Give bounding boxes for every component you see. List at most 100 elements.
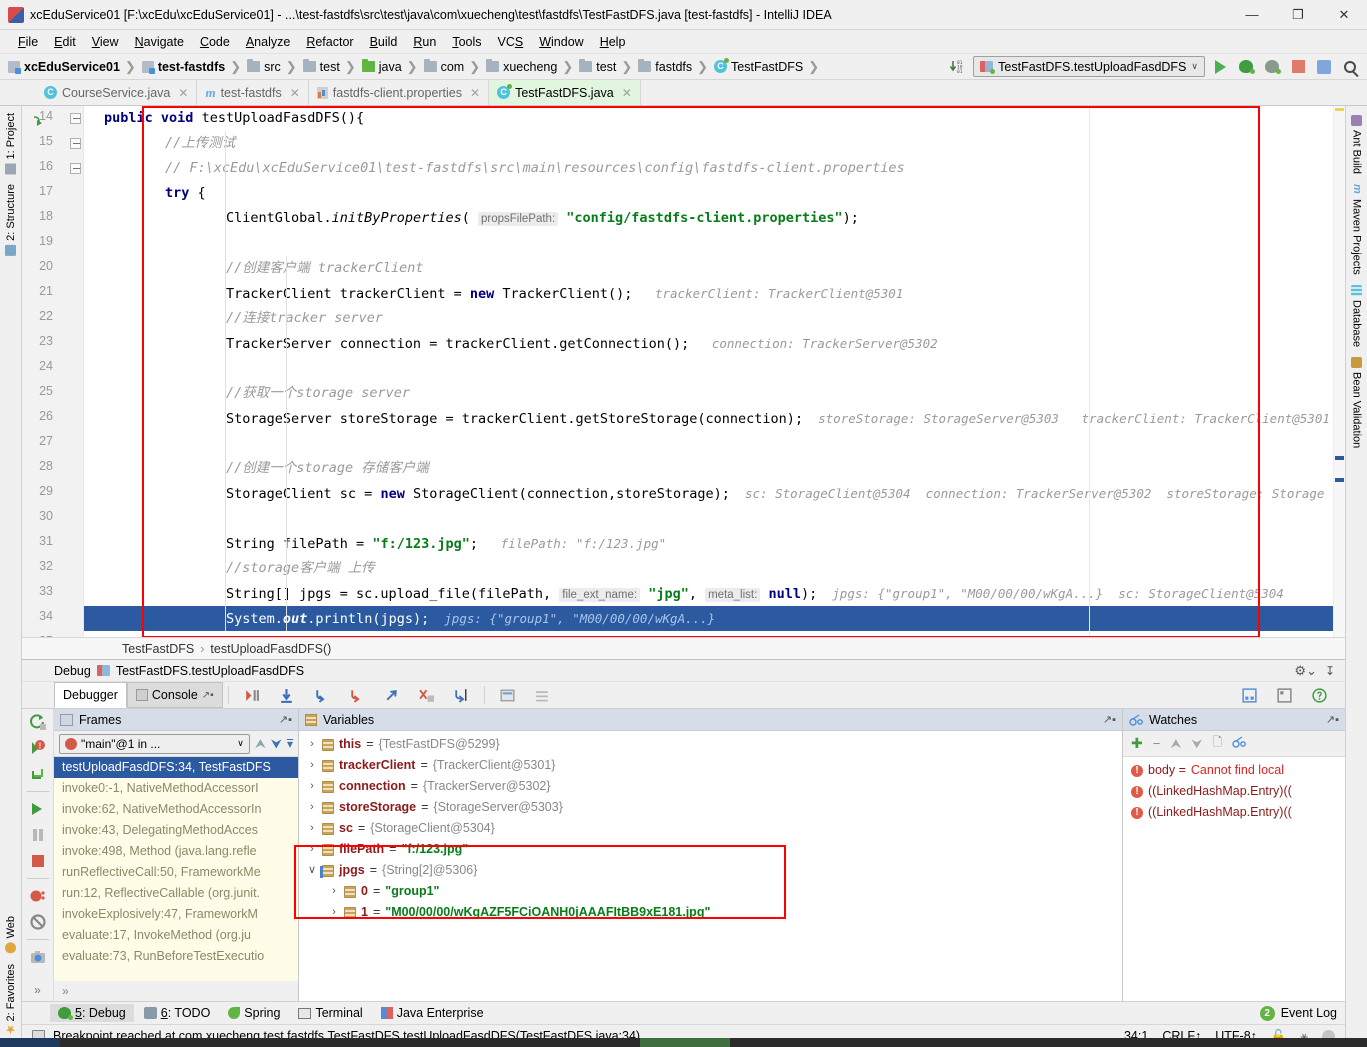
gear-icon[interactable]: ⚙⌄ bbox=[1294, 663, 1317, 679]
frames-list[interactable]: testUploadFasdDFS:34, TestFastDFS invoke0… bbox=[54, 757, 298, 981]
breadcrumb-item-test2[interactable]: test ❯ bbox=[575, 59, 634, 75]
help-button[interactable] bbox=[1302, 682, 1337, 708]
breadcrumb-item-fastdfs[interactable]: fastdfs ❯ bbox=[634, 59, 710, 75]
mute-breakpoints-toggle[interactable] bbox=[29, 913, 47, 931]
add-watch-icon[interactable]: ✚ bbox=[1131, 735, 1143, 752]
breadcrumb-item-class[interactable]: C TestFastDFS ❯ bbox=[710, 58, 821, 75]
move-down-icon[interactable]: ⮟ bbox=[271, 736, 282, 752]
variable-row[interactable]: ∨ jpgs = {String[2]@5306} bbox=[299, 860, 1122, 881]
close-icon[interactable]: ✕ bbox=[290, 86, 300, 100]
menu-window[interactable]: Window bbox=[531, 33, 591, 51]
screenshot-button[interactable] bbox=[29, 948, 47, 966]
watch-row[interactable]: ! ((LinkedHashMap.Entry)(( bbox=[1123, 802, 1345, 823]
code-line[interactable] bbox=[84, 506, 1333, 531]
code-line[interactable]: StorageServer storeStorage = trackerClie… bbox=[84, 406, 1333, 431]
restore-layout-button[interactable] bbox=[1232, 682, 1267, 708]
menu-help[interactable]: Help bbox=[592, 33, 634, 51]
pin-icon[interactable]: ↗▪ bbox=[279, 713, 292, 726]
more-actions-button[interactable]: » bbox=[34, 983, 41, 1001]
frames-overflow[interactable]: » bbox=[54, 981, 298, 1001]
step-over-button[interactable] bbox=[269, 682, 304, 708]
code-line[interactable]: try { bbox=[84, 181, 1333, 206]
variable-row[interactable]: › 1 = "M00/00/00/wKgAZF5FCiOANH0jAAAFItBB… bbox=[299, 902, 1122, 923]
close-button[interactable]: ✕ bbox=[1321, 0, 1367, 30]
code-line[interactable]: StorageClient sc = new StorageClient(con… bbox=[84, 481, 1333, 506]
move-up-icon[interactable]: ⮝ bbox=[1170, 736, 1181, 752]
remove-watch-icon[interactable]: − bbox=[1153, 736, 1161, 751]
code-line[interactable]: //创建一个storage 存储客户端 bbox=[84, 456, 1333, 481]
code-line[interactable]: //创建客户端 trackerClient bbox=[84, 256, 1333, 281]
variable-row[interactable]: › 0 = "group1" bbox=[299, 881, 1122, 902]
debug-button[interactable] bbox=[1235, 56, 1257, 78]
move-up-icon[interactable]: ⮝ bbox=[255, 736, 266, 752]
step-into-button[interactable] bbox=[304, 682, 339, 708]
menu-vcs[interactable]: VCS bbox=[490, 33, 532, 51]
minimize-button[interactable]: — bbox=[1229, 0, 1275, 30]
chevron-right-icon[interactable]: › bbox=[307, 734, 317, 755]
editor-gutter[interactable]: 14 15 16 17 18 19 20 21 22 23 24 25 26 27 28 29 30 31 32 33… bbox=[22, 106, 84, 637]
frame-row[interactable]: invoke:43, DelegatingMethodAcces bbox=[54, 820, 298, 841]
evaluate-expression-button[interactable] bbox=[490, 682, 525, 708]
stop-program-button[interactable] bbox=[29, 852, 47, 870]
watch-row[interactable]: ! body = Cannot find local bbox=[1123, 760, 1345, 781]
code-line[interactable]: //连接tracker server bbox=[84, 306, 1333, 331]
code-line[interactable]: String filePath = "f:/123.jpg"; filePath… bbox=[84, 531, 1333, 556]
copy-icon[interactable]: 🗋 bbox=[1212, 733, 1222, 754]
breadcrumb-item-com[interactable]: com ❯ bbox=[420, 59, 483, 75]
code-line[interactable] bbox=[84, 431, 1333, 456]
sidebar-item-project[interactable]: 1: Project bbox=[2, 108, 20, 179]
chevron-right-icon[interactable]: › bbox=[307, 776, 317, 797]
frame-row[interactable]: evaluate:73, RunBeforeTestExecutio bbox=[54, 946, 298, 967]
tab-console[interactable]: Console ↗▪ bbox=[126, 682, 223, 708]
breadcrumb-item-module[interactable]: test-fastdfs ❯ bbox=[138, 59, 243, 75]
code-line[interactable]: TrackerClient trackerClient = new Tracke… bbox=[84, 281, 1333, 306]
settings-button[interactable] bbox=[525, 682, 560, 708]
sidebar-item-database[interactable]: Database bbox=[1348, 280, 1366, 352]
variables-list[interactable]: › this = {TestFastDFS@5299} › trackerClient… bbox=[299, 731, 1122, 1001]
run-configuration-selector[interactable]: TestFastDFS.testUploadFasdDFS ∨ bbox=[973, 56, 1205, 77]
menu-tools[interactable]: Tools bbox=[444, 33, 489, 51]
download-sources-icon[interactable]: 01 10 01 bbox=[947, 56, 969, 78]
drop-frame-button[interactable] bbox=[409, 682, 444, 708]
fold-marker-icon[interactable] bbox=[70, 113, 81, 124]
tab-test-fastdfs[interactable]: m test-fastdfs ✕ bbox=[197, 80, 309, 105]
pin-icon[interactable]: ↗▪ bbox=[1326, 713, 1339, 726]
frame-row[interactable]: invoke:62, NativeMethodAccessorIn bbox=[54, 799, 298, 820]
frame-row[interactable]: runReflectiveCall:50, FrameworkMe bbox=[54, 862, 298, 883]
resume-program-button[interactable] bbox=[29, 800, 47, 818]
breadcrumb-item-xuecheng[interactable]: xuecheng ❯ bbox=[482, 59, 575, 75]
step-out-button[interactable] bbox=[374, 682, 409, 708]
stop-button[interactable] bbox=[1287, 56, 1309, 78]
tab-debugger[interactable]: Debugger bbox=[54, 682, 127, 708]
move-down-icon[interactable]: ⮟ bbox=[1191, 736, 1202, 752]
run-coverage-button[interactable] bbox=[1261, 56, 1283, 78]
tool-window-debug[interactable]: 5: Debug bbox=[50, 1004, 134, 1022]
code-text-area[interactable]: public void testUploadFasdDFS(){//上传测试//… bbox=[84, 106, 1333, 637]
code-line[interactable]: public void testUploadFasdDFS(){ bbox=[84, 106, 1333, 131]
sidebar-item-structure[interactable]: 2: Structure bbox=[2, 179, 20, 261]
close-icon[interactable]: ✕ bbox=[622, 86, 632, 100]
sidebar-item-maven-projects[interactable]: m Maven Projects bbox=[1348, 179, 1366, 280]
tool-window-spring[interactable]: Spring bbox=[220, 1004, 288, 1022]
frame-row[interactable]: run:12, ReflectiveCallable (org.junit. bbox=[54, 883, 298, 904]
code-line[interactable]: // F:\xcEdu\xcEduService01\test-fastdfs\… bbox=[84, 156, 1333, 181]
sidebar-item-bean-validation[interactable]: Bean Validation bbox=[1348, 352, 1366, 453]
search-everywhere-button[interactable] bbox=[1339, 56, 1361, 78]
menu-code[interactable]: Code bbox=[192, 33, 238, 51]
frame-row[interactable]: invokeExplosively:47, FrameworkM bbox=[54, 904, 298, 925]
chevron-right-icon[interactable]: › bbox=[307, 797, 317, 818]
menu-edit[interactable]: Edit bbox=[46, 33, 84, 51]
warning-stripe[interactable] bbox=[1335, 108, 1344, 111]
variable-row[interactable]: › trackerClient = {TrackerClient@5301} bbox=[299, 755, 1122, 776]
run-button[interactable] bbox=[1209, 56, 1231, 78]
code-line[interactable]: System.out.println(jpgs); jpgs: {"group1… bbox=[84, 606, 1333, 631]
code-line[interactable]: //获取一个storage server bbox=[84, 381, 1333, 406]
chevron-right-icon[interactable]: › bbox=[307, 755, 317, 776]
caret-stripe[interactable] bbox=[1335, 456, 1344, 460]
chevron-right-icon[interactable]: › bbox=[307, 839, 317, 860]
menu-navigate[interactable]: Navigate bbox=[127, 33, 192, 51]
breadcrumb-item-java[interactable]: java ❯ bbox=[358, 59, 420, 75]
frame-row[interactable]: evaluate:17, InvokeMethod (org.ju bbox=[54, 925, 298, 946]
event-log-label[interactable]: Event Log bbox=[1281, 1006, 1337, 1020]
detach-icon[interactable]: ↗▪ bbox=[202, 690, 214, 701]
